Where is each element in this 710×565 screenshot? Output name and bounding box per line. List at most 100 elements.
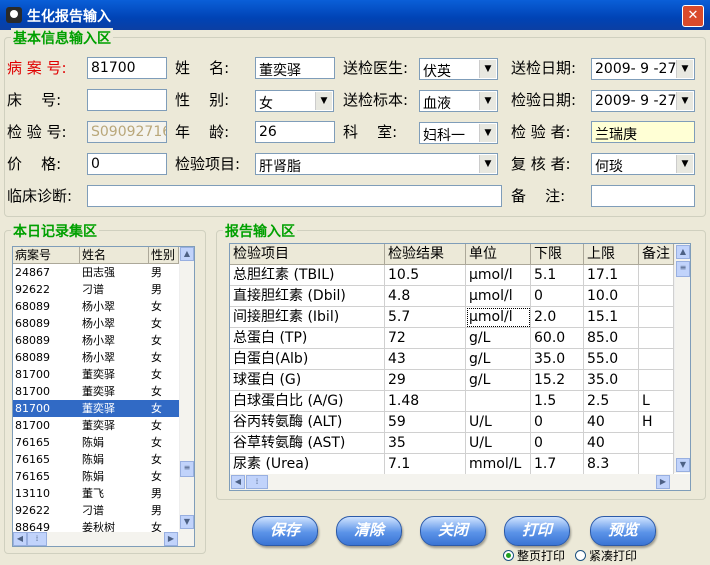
report-row[interactable]: 间接胆红素 (Ibil) 5.7 μmol/l 2.0 15.1	[230, 307, 674, 328]
report-unit[interactable]: μmol/l	[466, 307, 531, 328]
full-page-print-radio[interactable]: 整页打印	[503, 547, 565, 564]
report-header-upper[interactable]: 上限	[584, 244, 639, 265]
report-item[interactable]: 总蛋白 (TP)	[230, 328, 385, 349]
records-header-name[interactable]: 姓名	[80, 247, 149, 264]
report-lower[interactable]: 15.2	[531, 370, 584, 391]
print-button[interactable]: 打印	[504, 516, 570, 546]
chevron-down-icon[interactable]: ▼	[479, 124, 496, 142]
report-remark[interactable]: H	[639, 412, 674, 433]
test-no-input[interactable]: S090927164	[87, 121, 167, 143]
compact-print-radio[interactable]: 紧凑打印	[575, 547, 637, 564]
report-upper[interactable]: 35.0	[584, 370, 639, 391]
report-header-lower[interactable]: 下限	[531, 244, 584, 265]
records-horizontal-scrollbar[interactable]: ◀ ⁞ ▶	[13, 532, 194, 546]
report-item[interactable]: 谷草转氨酶 (AST)	[230, 433, 385, 454]
report-result[interactable]: 72	[385, 328, 466, 349]
report-item[interactable]: 谷丙转氨酶 (ALT)	[230, 412, 385, 433]
report-upper[interactable]: 8.3	[584, 454, 639, 475]
report-horizontal-scrollbar[interactable]: ◀ ⁞ ▶	[230, 474, 690, 490]
report-remark[interactable]	[639, 433, 674, 454]
scroll-thumb[interactable]: ⁞	[246, 475, 268, 489]
report-lower[interactable]: 60.0	[531, 328, 584, 349]
report-vertical-scrollbar[interactable]: ▲ ≡ ▼	[674, 244, 690, 473]
record-row[interactable]: 68089 杨小翠 女	[13, 349, 179, 366]
report-lower[interactable]: 5.1	[531, 265, 584, 286]
report-upper[interactable]: 40	[584, 433, 639, 454]
chevron-down-icon[interactable]: ▼	[479, 155, 496, 173]
scroll-down-icon[interactable]: ▼	[676, 458, 690, 472]
report-lower[interactable]: 35.0	[531, 349, 584, 370]
report-table[interactable]: 检验项目 检验结果 单位 下限 上限 备注 总胆红素 (TBIL) 10.5 μmo…	[229, 243, 691, 491]
scroll-left-icon[interactable]: ◀	[13, 532, 27, 546]
close-window-button[interactable]: ✕	[682, 5, 704, 27]
scroll-up-icon[interactable]: ▲	[676, 245, 690, 259]
report-result[interactable]: 29	[385, 370, 466, 391]
scroll-right-icon[interactable]: ▶	[164, 532, 178, 546]
report-unit[interactable]: g/L	[466, 328, 531, 349]
test-item-select[interactable]: 肝肾脂 ▼	[255, 153, 498, 175]
radio-selected-icon[interactable]	[503, 550, 514, 561]
scroll-down-icon[interactable]: ▼	[180, 515, 194, 529]
report-remark[interactable]	[639, 286, 674, 307]
tester-input[interactable]: 兰瑞庚	[591, 121, 695, 143]
report-lower[interactable]: 0	[531, 286, 584, 307]
report-row[interactable]: 总胆红素 (TBIL) 10.5 μmol/l 5.1 17.1	[230, 265, 674, 286]
record-row[interactable]: 68089 杨小翠 女	[13, 315, 179, 332]
report-item[interactable]: 白蛋白(Alb)	[230, 349, 385, 370]
report-result[interactable]: 35	[385, 433, 466, 454]
report-remark[interactable]	[639, 370, 674, 391]
specimen-select[interactable]: 血液 ▼	[419, 90, 498, 112]
record-row[interactable]: 81700 董奕驿 女	[13, 417, 179, 434]
report-header-unit[interactable]: 单位	[466, 244, 531, 265]
report-unit[interactable]: g/L	[466, 370, 531, 391]
report-item[interactable]: 总胆红素 (TBIL)	[230, 265, 385, 286]
scroll-up-icon[interactable]: ▲	[180, 247, 194, 261]
scroll-thumb[interactable]: ≡	[676, 261, 690, 277]
report-row[interactable]: 球蛋白 (G) 29 g/L 15.2 35.0	[230, 370, 674, 391]
record-row[interactable]: 68089 杨小翠 女	[13, 332, 179, 349]
report-lower[interactable]: 0	[531, 412, 584, 433]
report-lower[interactable]: 1.7	[531, 454, 584, 475]
report-upper[interactable]: 85.0	[584, 328, 639, 349]
report-remark[interactable]	[639, 328, 674, 349]
scroll-thumb[interactable]: ≡	[180, 461, 194, 477]
test-date-picker[interactable]: 2009- 9 -27 ▼	[591, 90, 695, 112]
report-remark[interactable]	[639, 307, 674, 328]
save-button[interactable]: 保存	[252, 516, 318, 546]
scroll-right-icon[interactable]: ▶	[656, 475, 670, 489]
report-header-result[interactable]: 检验结果	[385, 244, 466, 265]
record-row[interactable]: 13110 董飞 男	[13, 485, 179, 502]
report-upper[interactable]: 15.1	[584, 307, 639, 328]
chevron-down-icon[interactable]: ▼	[479, 60, 496, 78]
record-row[interactable]: 81700 董奕驿 女	[13, 383, 179, 400]
report-upper[interactable]: 10.0	[584, 286, 639, 307]
close-button[interactable]: 关闭	[420, 516, 486, 546]
report-header-item[interactable]: 检验项目	[230, 244, 385, 265]
report-unit[interactable]: μmol/l	[466, 286, 531, 307]
chevron-down-icon[interactable]: ▼	[676, 92, 693, 110]
remark-input[interactable]	[591, 185, 695, 207]
report-unit[interactable]: g/L	[466, 349, 531, 370]
chevron-down-icon[interactable]: ▼	[676, 60, 693, 78]
report-item[interactable]: 间接胆红素 (Ibil)	[230, 307, 385, 328]
report-lower[interactable]: 1.5	[531, 391, 584, 412]
report-remark[interactable]	[639, 265, 674, 286]
record-row[interactable]: 76165 陈娟 女	[13, 451, 179, 468]
report-result[interactable]: 1.48	[385, 391, 466, 412]
doctor-select[interactable]: 伏英 ▼	[419, 58, 498, 80]
case-no-input[interactable]: 81700	[87, 57, 167, 79]
report-unit[interactable]: U/L	[466, 433, 531, 454]
record-row[interactable]: 24867 田志强 男	[13, 264, 179, 281]
report-item[interactable]: 球蛋白 (G)	[230, 370, 385, 391]
report-upper[interactable]: 17.1	[584, 265, 639, 286]
records-header-gender[interactable]: 性别	[149, 247, 179, 264]
gender-select[interactable]: 女 ▼	[255, 90, 334, 112]
records-header-case-no[interactable]: 病案号	[13, 247, 80, 264]
report-result[interactable]: 43	[385, 349, 466, 370]
report-row[interactable]: 白蛋白(Alb) 43 g/L 35.0 55.0	[230, 349, 674, 370]
report-row[interactable]: 尿素 (Urea) 7.1 mmol/L 1.7 8.3	[230, 454, 674, 475]
dept-select[interactable]: 妇科一 ▼	[419, 122, 498, 144]
record-row[interactable]: 81700 董奕驿 女	[13, 366, 179, 383]
name-input[interactable]: 董奕驿	[255, 57, 335, 79]
chevron-down-icon[interactable]: ▼	[479, 92, 496, 110]
